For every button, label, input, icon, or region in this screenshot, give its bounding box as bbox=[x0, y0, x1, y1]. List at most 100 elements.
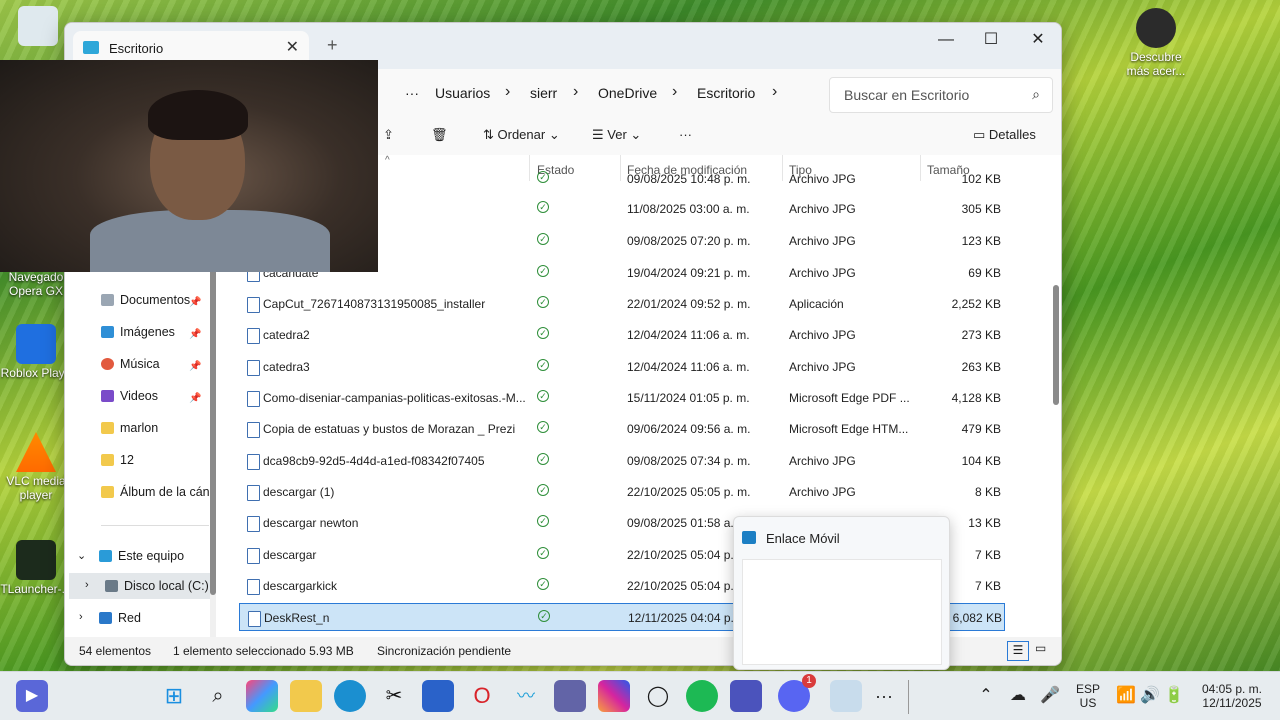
app-dolphin-icon[interactable]: 〰 bbox=[510, 680, 542, 712]
teams-icon-2[interactable] bbox=[730, 680, 762, 712]
clock-date: 12/11/2025 bbox=[1202, 696, 1262, 710]
chevron-right-icon: › bbox=[772, 83, 778, 100]
table-row[interactable]: Como-diseniar-campanias-politicas-exitos… bbox=[239, 384, 1003, 413]
file-icon bbox=[248, 611, 261, 627]
minimize-button[interactable]: — bbox=[923, 27, 969, 57]
close-button[interactable]: ✕ bbox=[1015, 27, 1061, 57]
file-list-scrollbar-thumb[interactable] bbox=[1053, 285, 1059, 405]
file-icon bbox=[247, 391, 260, 407]
webcam-person-hair bbox=[148, 90, 248, 140]
widgets-icon[interactable]: ▶ bbox=[16, 680, 48, 712]
phone-link-taskbar-icon[interactable] bbox=[830, 680, 862, 712]
sidebar-item-este-equipo[interactable]: Este equipo bbox=[99, 549, 184, 573]
more-options-button[interactable]: ··· bbox=[679, 127, 692, 142]
share-icon[interactable]: ⇪ bbox=[383, 127, 394, 143]
file-list-scrollbar[interactable] bbox=[1053, 155, 1059, 635]
webcam-person-shirt bbox=[90, 210, 330, 272]
table-row[interactable]: dca98cb9-92d5-4d4d-a1ed-f08342f07405 ✓ 09/… bbox=[239, 447, 1003, 476]
breadcrumb-sierr[interactable]: sierr bbox=[530, 85, 557, 101]
sync-status-icon: ✓ bbox=[537, 265, 549, 277]
desktop-icon-opera-gx[interactable]: Navegado Opera GX bbox=[0, 270, 72, 298]
view-label: Ver bbox=[607, 127, 627, 142]
table-row[interactable]: catedra2 ✓ 12/04/2024 11:06 a. m. Archivo J… bbox=[239, 321, 1003, 350]
sidebar-item-videos[interactable]: Videos bbox=[101, 389, 158, 413]
sidebar-item-label: Música bbox=[120, 357, 160, 371]
sort-button[interactable]: ⇅ Ordenar ⌄ bbox=[483, 127, 560, 143]
tiles-view-icon[interactable]: ▭ bbox=[1035, 641, 1046, 655]
copilot-icon[interactable] bbox=[246, 680, 278, 712]
delete-icon[interactable]: 🗑 bbox=[431, 127, 448, 143]
pin-icon: 📌 bbox=[189, 329, 202, 340]
sync-status-icon: ✓ bbox=[537, 296, 549, 308]
more-apps-icon[interactable]: ··· bbox=[868, 680, 900, 712]
desktop-icon-vlc[interactable]: VLC media player bbox=[0, 432, 72, 502]
close-tab-icon[interactable]: ✕ bbox=[286, 37, 299, 57]
desktop-icon-roblox[interactable]: Roblox Playe bbox=[0, 324, 72, 380]
clock[interactable]: 04:05 p. m. 12/11/2025 bbox=[1196, 682, 1268, 710]
disco-local-label: Disco local (C:) bbox=[105, 579, 209, 603]
file-name: dca98cb9-92d5-4d4d-a1ed-f08342f07405 bbox=[263, 454, 485, 468]
file-type: Archivo JPG bbox=[789, 360, 856, 374]
file-explorer-icon[interactable] bbox=[290, 680, 322, 712]
breadcrumb-escritorio[interactable]: Escritorio bbox=[697, 85, 755, 101]
taskbar: ▶ ⊞ ⌕ ✂ O 〰 ◯ 1 ··· ⌃ ☁ 🎤 ESP US 📶 🔊 🔋 0… bbox=[0, 671, 1280, 720]
file-modified: 09/06/2024 09:56 a. m. bbox=[627, 422, 751, 436]
taskbar-preview-enlace-movil[interactable]: Enlace Móvil bbox=[733, 516, 950, 670]
chevron-right-icon[interactable]: › bbox=[85, 579, 89, 591]
chevron-down-icon[interactable]: ⌄ bbox=[77, 549, 86, 562]
teams-icon[interactable] bbox=[554, 680, 586, 712]
chevron-right-icon: › bbox=[672, 83, 678, 100]
discord-icon[interactable]: 1 bbox=[778, 674, 816, 712]
language-indicator[interactable]: ESP US bbox=[1070, 682, 1106, 710]
details-button[interactable]: ▭ Detalles bbox=[973, 127, 1036, 143]
table-row[interactable]: CapCut_7267140873131950085_installer ✓ 22/… bbox=[239, 290, 1003, 319]
new-tab-icon[interactable]: + bbox=[327, 35, 338, 56]
onedrive-sync-icon[interactable]: ☁ bbox=[1002, 680, 1034, 712]
breadcrumb-usuarios[interactable]: Usuarios bbox=[435, 85, 490, 101]
battery-icon[interactable]: 🔋 bbox=[1158, 680, 1190, 712]
sidebar-item-imagenes[interactable]: Imágenes bbox=[101, 325, 175, 349]
details-view-icon[interactable]: ☰ bbox=[1007, 641, 1029, 661]
file-modified: 19/04/2024 09:21 p. m. bbox=[627, 266, 751, 280]
view-button[interactable]: ☰ Ver ⌄ bbox=[592, 127, 641, 143]
folder-icon bbox=[101, 486, 114, 498]
start-icon[interactable]: ⊞ bbox=[158, 680, 190, 712]
maximize-button[interactable]: ☐ bbox=[968, 27, 1014, 57]
tab-label: Escritorio bbox=[109, 41, 164, 56]
desktop-icon-tlauncher[interactable]: TLauncher-... bbox=[0, 540, 72, 596]
file-modified: 22/10/2025 05:05 p. m. bbox=[627, 485, 751, 499]
breadcrumb-overflow[interactable]: ··· bbox=[405, 85, 419, 101]
music-icon bbox=[101, 358, 114, 370]
sidebar-item-marlon[interactable]: marlon bbox=[101, 421, 158, 445]
chevron-up-icon[interactable]: ⌃ bbox=[970, 680, 1002, 712]
breadcrumb-onedrive[interactable]: OneDrive bbox=[598, 85, 657, 101]
search-icon[interactable]: ⌕ bbox=[202, 680, 234, 712]
file-type: Archivo JPG bbox=[789, 266, 856, 280]
file-name: descargar newton bbox=[263, 516, 359, 530]
desktop-icon-descubre[interactable]: Descubre más acer... bbox=[1120, 8, 1192, 78]
region-code: US bbox=[1079, 696, 1097, 710]
microphone-icon[interactable]: 🎤 bbox=[1034, 680, 1066, 712]
table-row[interactable]: Copia de estatuas y bustos de Morazan _ … bbox=[239, 415, 1003, 444]
sidebar-item-musica[interactable]: Música bbox=[101, 357, 160, 381]
edge-icon[interactable] bbox=[334, 680, 366, 712]
chevron-right-icon[interactable]: › bbox=[79, 611, 83, 623]
table-row[interactable]: catedra3 ✓ 12/04/2024 11:06 a. m. Archivo J… bbox=[239, 353, 1003, 382]
sync-status-icon: ✓ bbox=[537, 171, 549, 183]
search-input[interactable]: Buscar en Escritorio ⌕ bbox=[829, 77, 1053, 113]
table-row[interactable]: descargar (1) ✓ 22/10/2025 05:05 p. m. Arch… bbox=[239, 478, 1003, 507]
sidebar-item-12[interactable]: 12 bbox=[101, 453, 134, 477]
instagram-icon[interactable] bbox=[598, 680, 630, 712]
sidebar-item-documentos[interactable]: Documentos bbox=[101, 293, 190, 317]
sidebar-item-label: Red bbox=[118, 611, 141, 625]
whatsapp-icon[interactable]: ◯ bbox=[642, 680, 674, 712]
sync-status-icon: ✓ bbox=[537, 578, 549, 590]
spotify-icon[interactable] bbox=[686, 680, 718, 712]
file-name: Como-diseniar-campanias-politicas-exitos… bbox=[263, 391, 526, 405]
opera-icon[interactable]: O bbox=[466, 680, 498, 712]
sidebar-item-album[interactable]: Álbum de la cán bbox=[101, 485, 210, 509]
store-icon[interactable] bbox=[422, 680, 454, 712]
sidebar-item-red[interactable]: Red bbox=[99, 611, 141, 635]
taskbar-divider bbox=[908, 680, 909, 714]
capcut-icon[interactable]: ✂ bbox=[378, 680, 410, 712]
